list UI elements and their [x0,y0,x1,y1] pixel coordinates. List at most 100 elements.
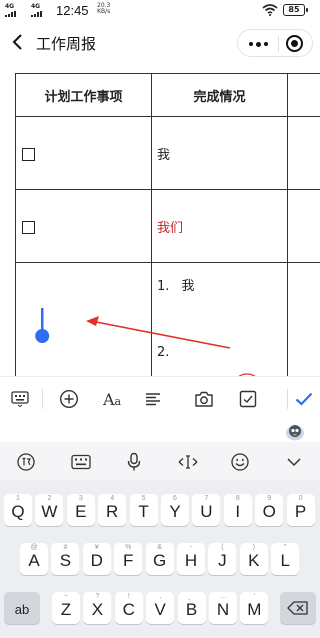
close-miniprogram-icon[interactable] [286,35,303,52]
text-format-icon[interactable]: Aa [99,387,125,411]
weekly-report-table: 计划工作事项 完成情况 我 我们 1. 我 2. [15,73,320,376]
key-secondary-label: , [159,593,162,600]
ime-logo-icon[interactable] [15,451,37,473]
status-time: 12:45 [56,3,89,18]
more-menu-button[interactable] [238,30,278,58]
key-u[interactable]: 7U [192,494,221,526]
signal-indicator-1: 4G [5,3,16,17]
key-secondary-label: # [63,544,68,551]
key-label: Y [169,502,181,521]
camera-icon[interactable] [192,387,216,411]
key-secondary-label: ) [252,544,255,551]
key-p[interactable]: 0P [286,494,315,526]
key-x[interactable]: ? X [83,592,112,624]
emoji-icon[interactable] [229,451,251,473]
key-j[interactable]: (J [208,543,237,575]
back-arrow-icon[interactable] [8,30,28,54]
key-secondary-label: 7 [204,495,209,502]
collapse-keyboard-icon[interactable] [283,451,305,473]
key-h[interactable]: -H [177,543,205,575]
ab-mode-key[interactable]: ab [4,592,40,624]
checkbox[interactable] [22,220,35,234]
cell-text: 我们 [157,220,184,236]
key-b[interactable]: 、 B [177,592,206,624]
key-label: S [59,551,72,570]
key-secondary-label: @ [30,544,38,551]
checkbox[interactable] [22,147,35,161]
key-v[interactable]: ,V [146,592,175,624]
table-cell-plan[interactable] [15,116,152,190]
table-cell-status[interactable]: 1. 我 2. [151,262,288,376]
nav-bar: 工作周报 [0,22,320,64]
key-secondary-label: ( [221,544,224,551]
cursor-move-icon[interactable] [175,451,201,473]
key-secondary-label: … [219,593,227,600]
key-label: K [248,551,260,570]
table-cell-plan-active[interactable] [15,262,152,376]
key-z[interactable]: ~ Z [52,592,80,624]
table-cell-extra[interactable] [287,262,320,376]
key-label: G [152,551,167,570]
done-check-icon[interactable] [292,387,316,411]
key-q[interactable]: 1Q [4,494,32,526]
key-label: X [91,600,104,619]
checklist-icon[interactable] [236,387,260,411]
key-k[interactable]: ) K [239,543,268,575]
key-a[interactable]: @ A [20,543,48,575]
status-bar: 4G 4G 12:45 20.3 KB/s 85 [0,0,320,22]
key-label: U [200,502,213,521]
key-m[interactable]: ' M [240,592,269,624]
key-g[interactable]: & G [145,543,174,575]
editor-toolbar: Aa [0,376,320,420]
key-r[interactable]: 4R [98,494,127,526]
table-cell-extra[interactable] [287,189,320,263]
key-label: R [106,502,119,521]
list-number: 1. [157,279,170,294]
keyboard-toggle-icon[interactable] [8,387,32,411]
key-l[interactable]: " L [271,543,300,575]
keyboard-layout-icon[interactable] [70,451,92,473]
key-f[interactable]: % F [114,543,143,575]
key-secondary-label: ¥ [94,544,99,551]
list-item: 1. 我 [157,275,195,294]
key-n[interactable]: … N [209,592,237,624]
key-c[interactable]: ! C [114,592,143,624]
microphone-icon[interactable] [123,451,145,473]
table-cell-plan[interactable] [15,189,152,263]
table-cell-status[interactable]: 我们 [151,189,288,263]
key-w[interactable]: 2W [35,494,64,526]
table-header-status[interactable]: 完成情况 [151,73,288,117]
key-label: D [90,551,103,570]
key-secondary-label: - [189,544,193,551]
paragraph-format-icon[interactable] [141,387,165,411]
insert-icon[interactable] [57,387,81,411]
key-secondary-label: ? [95,593,100,600]
key-o[interactable]: 9O [255,494,284,526]
list-number: 2. [157,345,170,360]
key-secondary-label: ' [253,593,256,600]
table-header-extra[interactable] [287,73,320,117]
key-t[interactable]: 5T [129,494,158,526]
table-header-plan[interactable]: 计划工作事项 [15,73,152,117]
key-secondary-label: 2 [47,495,52,502]
key-label: O [262,502,276,521]
key-label: C [122,600,135,619]
key-label: I [235,502,241,521]
table-cell-status[interactable]: 我 [151,116,288,190]
backspace-key[interactable] [280,592,316,624]
page-title: 工作周报 [36,35,97,53]
key-label: N [216,600,230,619]
battery-level: 85 [288,5,300,14]
list-text: 我 [181,279,195,294]
key-label: H [184,551,198,570]
ime-mascot-icon[interactable] [284,421,306,441]
document-editor[interactable]: 计划工作事项 完成情况 我 我们 1. 我 2. [0,64,320,376]
key-y[interactable]: 6Y [161,494,189,526]
key-i[interactable]: 8I [223,494,252,526]
key-s[interactable]: # S [51,543,80,575]
table-cell-extra[interactable] [287,116,320,190]
key-d[interactable]: ¥ D [82,543,111,575]
cell-text: 我 [157,147,171,163]
key-e[interactable]: 3E [66,494,95,526]
list-item: 2. [157,345,177,360]
